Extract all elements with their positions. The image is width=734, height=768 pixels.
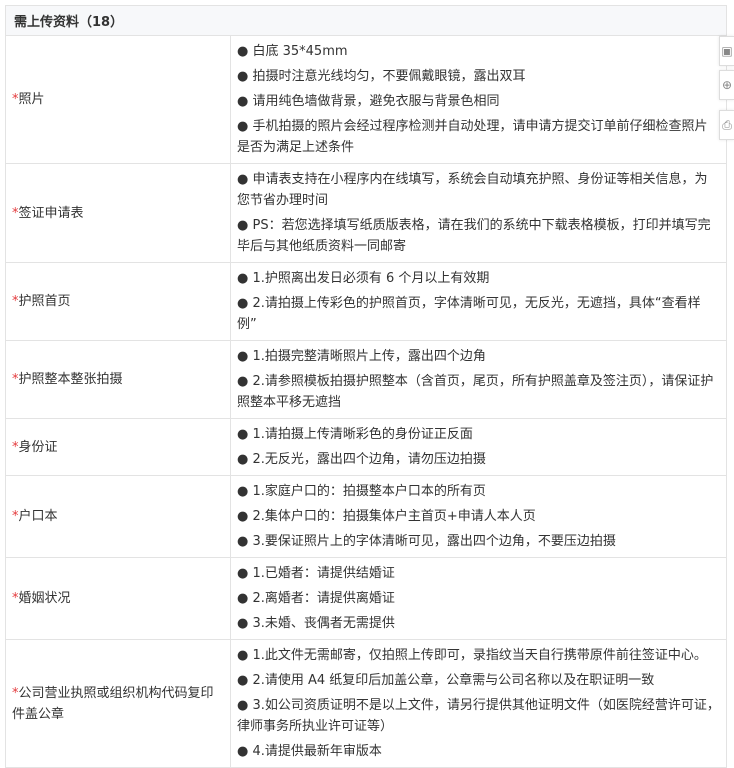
requirement-item: ● 拍摄时注意光线均匀，不要佩戴眼镜，露出双耳 — [237, 69, 526, 84]
table-header: 需上传资料（18） — [5, 5, 727, 36]
requirement-item: ● 2.无反光，露出四个边角，请勿压边拍摄 — [237, 452, 486, 467]
material-requirements: ● 白底 35*45mm ● 拍摄时注意光线均匀，不要佩戴眼镜，露出双耳 ● 请用纯… — [230, 35, 727, 164]
material-name: 护照首页 — [18, 294, 71, 309]
material-requirements: ● 1.家庭户口的：拍摄整本户口本的所有页 ● 2.集体户口的：拍摄集体户主首页+… — [230, 475, 727, 558]
print-icon[interactable]: ⎙ — [719, 110, 734, 140]
requirement-item: ● 1.已婚者：请提供结婚证 — [237, 566, 395, 581]
material-label: *护照首页 — [5, 262, 231, 341]
table-row: *签证申请表 ● 申请表支持在小程序内在线填写，系统会自动填充护照、身份证等相关信… — [5, 163, 727, 263]
material-name: 公司营业执照或组织机构代码复印件盖公章 — [12, 685, 214, 722]
requirement-item: ● 3.如公司资质证明不是以上文件，请另行提供其他证明文件（如医院经营许可证，律… — [237, 698, 720, 734]
material-name: 照片 — [18, 92, 45, 107]
material-requirements: ● 1.拍摄完整清晰照片上传，露出四个边角 ● 2.请参照模板拍摄护照整本（含首页… — [230, 340, 727, 419]
material-label: *婚姻状况 — [5, 557, 231, 640]
table-row: *护照首页 ● 1.护照离出发日必须有 6 个月以上有效期 ● 2.请拍摄上传彩色的… — [5, 262, 727, 341]
table-row: *户口本 ● 1.家庭户口的：拍摄整本户口本的所有页 ● 2.集体户口的：拍摄集体户… — [5, 475, 727, 558]
requirement-item: ● 手机拍摄的照片会经过程序检测并自动处理，请申请方提交订单前仔细检查照片是否为… — [237, 119, 708, 155]
material-requirements: ● 1.护照离出发日必须有 6 个月以上有效期 ● 2.请拍摄上传彩色的护照首页，… — [230, 262, 727, 341]
requirement-item: ● PS：若您选择填写纸质版表格，请在我们的系统中下载表格模板，打印并填写完毕后… — [237, 218, 711, 254]
material-requirements: ● 1.此文件无需邮寄，仅拍照上传即可，录指纹当天自行携带原件前往签证中心。 ● … — [230, 639, 727, 768]
material-requirements: ● 1.已婚者：请提供结婚证 ● 2.离婚者：请提供离婚证 ● 3.未婚、丧偶者无需… — [230, 557, 727, 640]
requirement-item: ● 请用纯色墙做背景，避免衣服与背景色相同 — [237, 94, 500, 109]
material-label: *公司营业执照或组织机构代码复印件盖公章 — [5, 639, 231, 768]
requirement-item: ● 1.此文件无需邮寄，仅拍照上传即可，录指纹当天自行携带原件前往签证中心。 — [237, 648, 707, 663]
requirement-item: ● 2.集体户口的：拍摄集体户主首页+申请人本人页 — [237, 509, 536, 524]
table-row: *照片 ● 白底 35*45mm ● 拍摄时注意光线均匀，不要佩戴眼镜，露出双耳 ● … — [5, 35, 727, 164]
material-requirements: ● 1.请拍摄上传清晰彩色的身份证正反面 ● 2.无反光，露出四个边角，请勿压边拍… — [230, 418, 727, 476]
requirement-item: ● 申请表支持在小程序内在线填写，系统会自动填充护照、身份证等相关信息，为您节省… — [237, 172, 708, 208]
requirement-item: ● 2.请参照模板拍摄护照整本（含首页，尾页，所有护照盖章及签注页），请保证护照… — [237, 374, 714, 410]
material-label: *护照整本整张拍摄 — [5, 340, 231, 419]
material-label: *户口本 — [5, 475, 231, 558]
material-name: 护照整本整张拍摄 — [18, 372, 123, 387]
requirement-item: ● 白底 35*45mm — [237, 44, 348, 59]
requirement-item: ● 1.家庭户口的：拍摄整本户口本的所有页 — [237, 484, 486, 499]
material-requirements: ● 申请表支持在小程序内在线填写，系统会自动填充护照、身份证等相关信息，为您节省… — [230, 163, 727, 263]
material-name: 身份证 — [18, 439, 58, 455]
requirement-item: ● 2.离婚者：请提供离婚证 — [237, 591, 395, 606]
table-row: *护照整本整张拍摄 ● 1.拍摄完整清晰照片上传，露出四个边角 ● 2.请参照模板拍… — [5, 340, 727, 419]
material-label: *照片 — [5, 35, 231, 164]
requirement-item: ● 1.拍摄完整清晰照片上传，露出四个边角 — [237, 349, 486, 364]
material-name: 婚姻状况 — [18, 591, 71, 606]
material-name: 户口本 — [18, 509, 58, 524]
table-row: *公司营业执照或组织机构代码复印件盖公章 ● 1.此文件无需邮寄，仅拍照上传即可，… — [5, 639, 727, 768]
requirement-item: ● 3.要保证照片上的字体清晰可见，露出四个边角，不要压边拍摄 — [237, 534, 616, 549]
table-row: *婚姻状况 ● 1.已婚者：请提供结婚证 ● 2.离婚者：请提供离婚证 ● 3.未婚、… — [5, 557, 727, 640]
requirement-item: ● 2.请使用 A4 纸复印后加盖公章，公章需与公司名称以及在职证明一致 — [237, 673, 655, 688]
requirement-item: ● 1.护照离出发日必须有 6 个月以上有效期 — [237, 271, 490, 286]
upload-materials-table: 需上传资料（18） *照片 ● 白底 35*45mm ● 拍摄时注意光线均匀，不要佩… — [5, 5, 727, 768]
requirement-item: ● 2.请拍摄上传彩色的护照首页，字体清晰可见，无反光，无遮挡，具体“查看样例” — [237, 296, 701, 332]
requirement-item: ● 3.未婚、丧偶者无需提供 — [237, 616, 395, 631]
zoom-in-icon[interactable]: ⊕ — [719, 70, 734, 100]
image-icon[interactable]: ▣ — [719, 36, 734, 66]
requirement-item: ● 4.请提供最新年审版本 — [237, 744, 382, 759]
requirement-item: ● 1.请拍摄上传清晰彩色的身份证正反面 — [237, 427, 473, 442]
material-name: 签证申请表 — [18, 205, 84, 221]
material-label: *签证申请表 — [5, 163, 231, 263]
table-row: *身份证 ● 1.请拍摄上传清晰彩色的身份证正反面 ● 2.无反光，露出四个边角，请… — [5, 418, 727, 476]
material-label: *身份证 — [5, 418, 231, 476]
